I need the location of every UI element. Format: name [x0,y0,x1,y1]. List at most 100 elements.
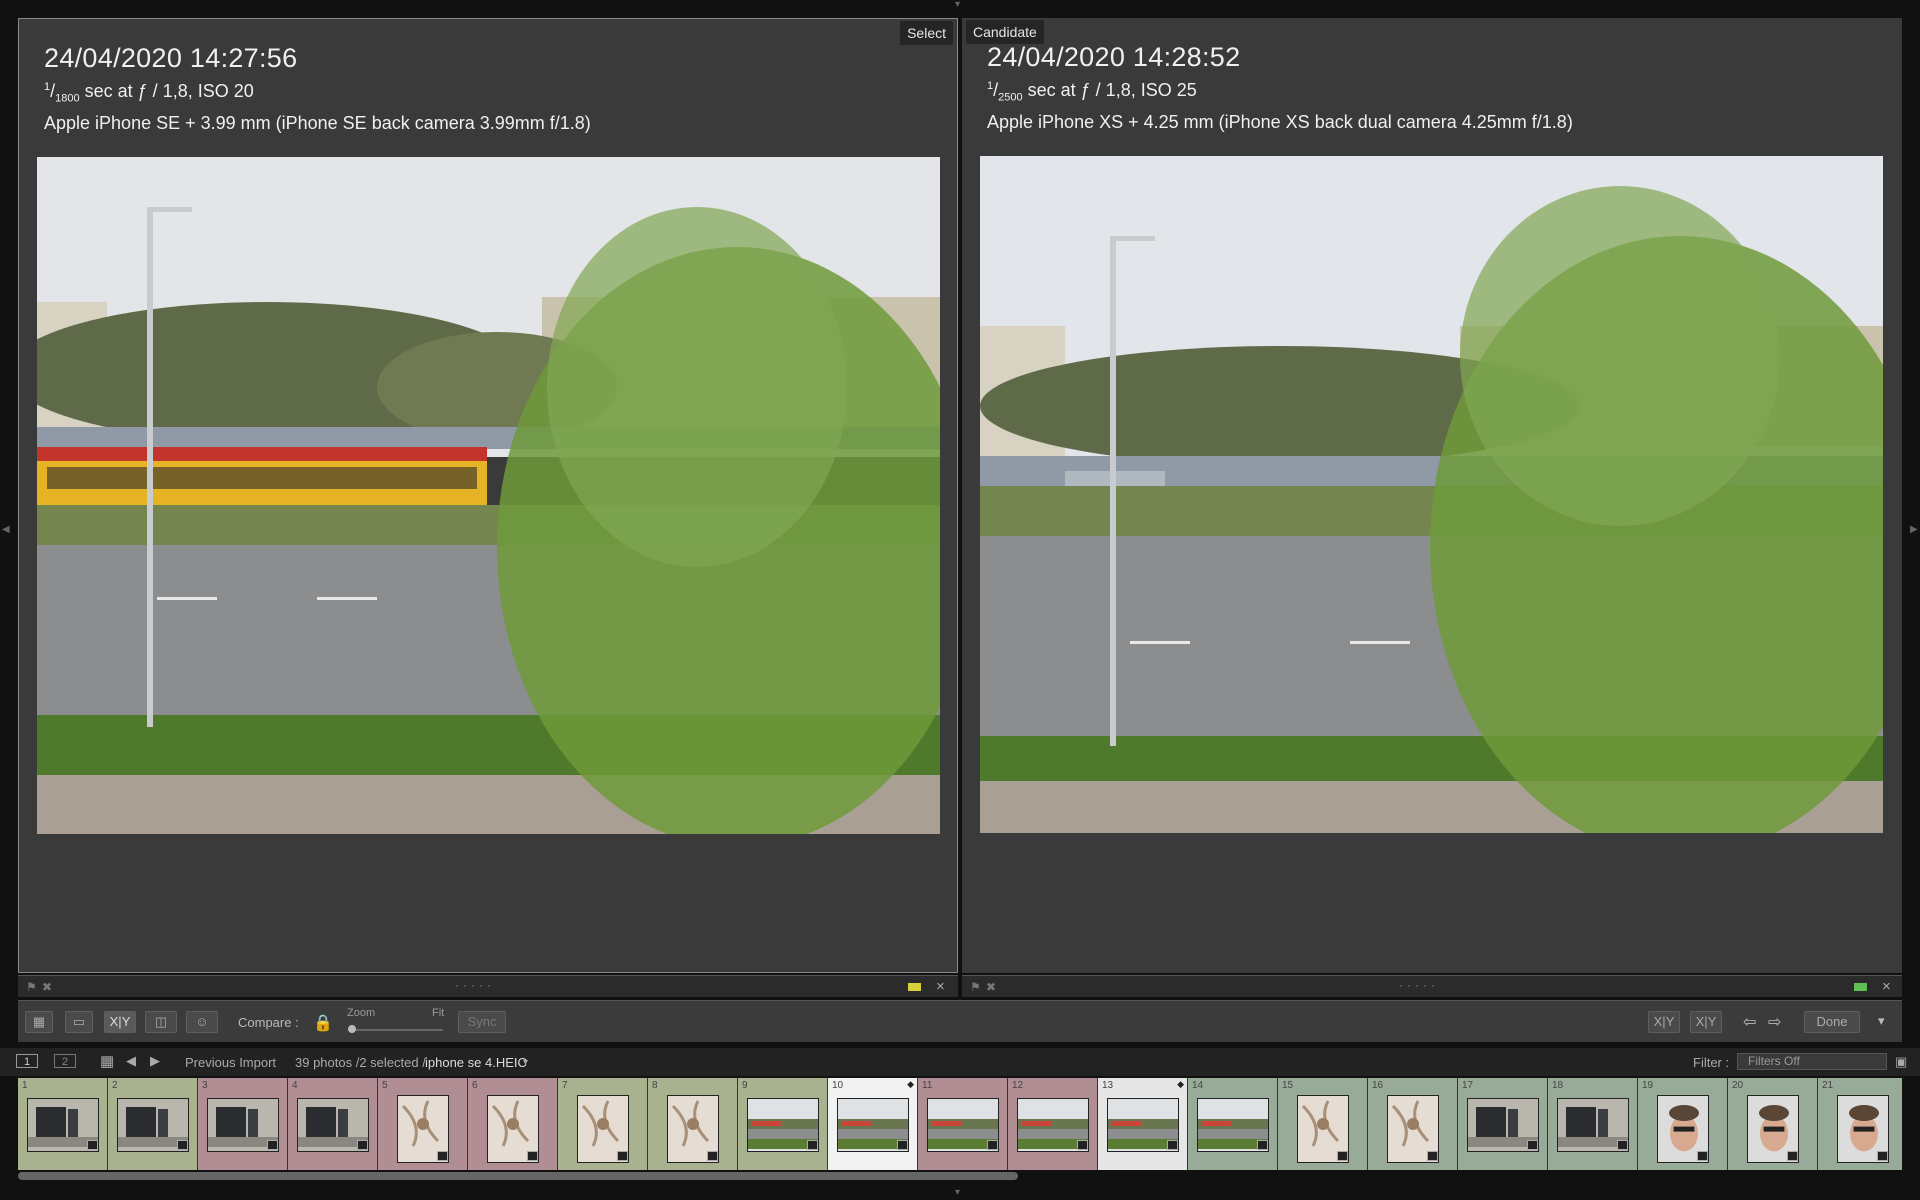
filmstrip-cell-number: 19 [1642,1080,1654,1091]
select-tag: Select [900,21,953,45]
filmstrip-cell-number: 5 [382,1080,388,1091]
edit-badge-icon [1787,1151,1798,1161]
loupe-view-button[interactable]: ▭ [65,1011,93,1033]
reject-flag-icon[interactable]: ✖ [42,980,52,994]
left-panel-toggle-icon[interactable]: ◀ [2,525,10,535]
toolbar-menu-chevron-icon[interactable]: ▾ [1878,1013,1885,1029]
edit-badge-icon [897,1140,908,1150]
next-arrow-icon[interactable]: ⇨ [1768,1012,1781,1032]
filmstrip-cell[interactable]: 8 [648,1078,738,1170]
candidate-pane[interactable]: Candidate 24/04/2020 14:28:52 1/2500 sec… [962,18,1902,973]
rating-dots[interactable]: ····· [1399,978,1439,992]
filmstrip-cell-number: 15 [1282,1080,1294,1091]
filmstrip-cell[interactable]: 16 [1368,1078,1458,1170]
filmstrip-cell-number: 6 [472,1080,478,1091]
filmstrip[interactable]: 1 2 3 4 5 6 7 8 9 10 ◆ 11 12 13 ◆ 14 15 16 17 18 19 20 21 [18,1078,1902,1170]
close-icon[interactable]: × [936,978,945,995]
edit-badge-icon [1427,1151,1438,1161]
make-select-button[interactable]: X|Y [1690,1011,1722,1033]
edit-badge-icon [707,1151,718,1161]
lock-icon[interactable]: 🔒 [313,1013,333,1033]
zoom-slider-thumb[interactable] [348,1025,356,1033]
filmstrip-cell[interactable]: 19 [1638,1078,1728,1170]
close-icon[interactable]: × [1882,978,1891,995]
done-button[interactable]: Done [1804,1011,1860,1033]
color-label[interactable] [1854,983,1867,991]
filmstrip-cell-number: 4 [292,1080,298,1091]
filmstrip-cell[interactable]: 2 [108,1078,198,1170]
filmstrip-cell-number: 2 [112,1080,118,1091]
candidate-photo[interactable] [980,156,1883,833]
grid-view-button[interactable]: ▦ [25,1011,53,1033]
selected-marker-icon: ◆ [907,1079,914,1089]
compare-label: Compare : [238,1015,299,1030]
color-label[interactable] [908,983,921,991]
source-label[interactable]: Previous Import [185,1055,276,1070]
filmstrip-cell[interactable]: 9 [738,1078,828,1170]
forward-arrow-icon[interactable]: ▶ [150,1053,160,1069]
flag-icon[interactable]: ⚑ [26,980,37,994]
filmstrip-cell[interactable]: 1 [18,1078,108,1170]
filmstrip-cell[interactable]: 14 [1188,1078,1278,1170]
people-view-button[interactable]: ☺ [186,1011,218,1033]
filmstrip-cell[interactable]: 21 [1818,1078,1902,1170]
filmstrip-cell[interactable]: 11 [918,1078,1008,1170]
edit-badge-icon [1527,1140,1538,1150]
sync-button[interactable]: Sync [458,1011,506,1033]
bottom-panel-toggle-icon[interactable]: ▾ [955,1188,960,1198]
filmstrip-cell[interactable]: 17 [1458,1078,1548,1170]
filmstrip-cell-number: 3 [202,1080,208,1091]
filmstrip-cell[interactable]: 15 [1278,1078,1368,1170]
compare-view-button[interactable]: X|Y [104,1011,136,1033]
edit-badge-icon [177,1140,188,1150]
edit-badge-icon [527,1151,538,1161]
select-metadata: 24/04/2020 14:27:56 1/1800 sec at ƒ / 1,… [44,41,591,135]
select-photo[interactable] [37,157,940,834]
filmstrip-cell-number: 11 [922,1080,933,1091]
capture-datetime: 24/04/2020 14:27:56 [44,43,298,73]
filmstrip-cell[interactable]: 5 [378,1078,468,1170]
zoom-slider-track[interactable] [348,1029,443,1031]
swap-button[interactable]: X|Y [1648,1011,1680,1033]
filmstrip-cell[interactable]: 3 [198,1078,288,1170]
edit-badge-icon [357,1140,368,1150]
monitor-2-button[interactable]: 2 [54,1054,76,1068]
filmstrip-cell-number: 17 [1462,1080,1474,1091]
filmstrip-cell[interactable]: 7 [558,1078,648,1170]
filmstrip-scrollbar[interactable] [18,1172,1018,1180]
edit-badge-icon [987,1140,998,1150]
exposure-info: 1/1800 sec at ƒ / 1,8, ISO 20 [44,81,254,105]
filter-label: Filter : [1693,1055,1730,1070]
fit-label: Fit [432,1007,445,1019]
filmstrip-cell[interactable]: 10 ◆ [828,1078,918,1170]
filter-select[interactable]: Filters Off [1737,1053,1887,1070]
edit-badge-icon [1077,1140,1088,1150]
filmstrip-cell[interactable]: 18 [1548,1078,1638,1170]
filmstrip-cell[interactable]: 12 [1008,1078,1098,1170]
right-panel-toggle-icon[interactable]: ▶ [1910,525,1918,535]
filter-lock-icon[interactable]: ▣ [1895,1054,1907,1070]
filename-dropdown-icon[interactable]: ▾ [523,1057,528,1068]
filmstrip-cell[interactable]: 13 ◆ [1098,1078,1188,1170]
select-pane[interactable]: Select 24/04/2020 14:27:56 1/1800 sec at… [18,18,958,973]
reject-flag-icon[interactable]: ✖ [986,980,996,994]
exposure-info: 1/2500 sec at ƒ / 1,8, ISO 25 [987,80,1197,104]
filmstrip-cell-number: 18 [1552,1080,1564,1091]
filmstrip-cell[interactable]: 4 [288,1078,378,1170]
monitor-1-button[interactable]: 1 [16,1054,38,1068]
edit-badge-icon [1877,1151,1888,1161]
candidate-info-strip: ⚑ ✖ ····· × [962,975,1902,997]
rating-dots[interactable]: ····· [455,978,495,992]
filmstrip-cell-number: 21 [1822,1080,1834,1091]
top-panel-toggle-icon[interactable]: ▾ [955,0,960,10]
edit-badge-icon [1617,1140,1628,1150]
flag-icon[interactable]: ⚑ [970,980,981,994]
filmstrip-cell[interactable]: 20 [1728,1078,1818,1170]
filmstrip-cell[interactable]: 6 [468,1078,558,1170]
previous-arrow-icon[interactable]: ⇦ [1743,1012,1756,1032]
grid-icon[interactable]: ▦ [100,1052,114,1070]
survey-view-button[interactable]: ◫ [145,1011,177,1033]
back-arrow-icon[interactable]: ◀ [126,1053,136,1069]
camera-info: Apple iPhone SE + 3.99 mm (iPhone SE bac… [44,112,591,133]
current-filename[interactable]: iphone se 4.HEIC [425,1055,527,1070]
